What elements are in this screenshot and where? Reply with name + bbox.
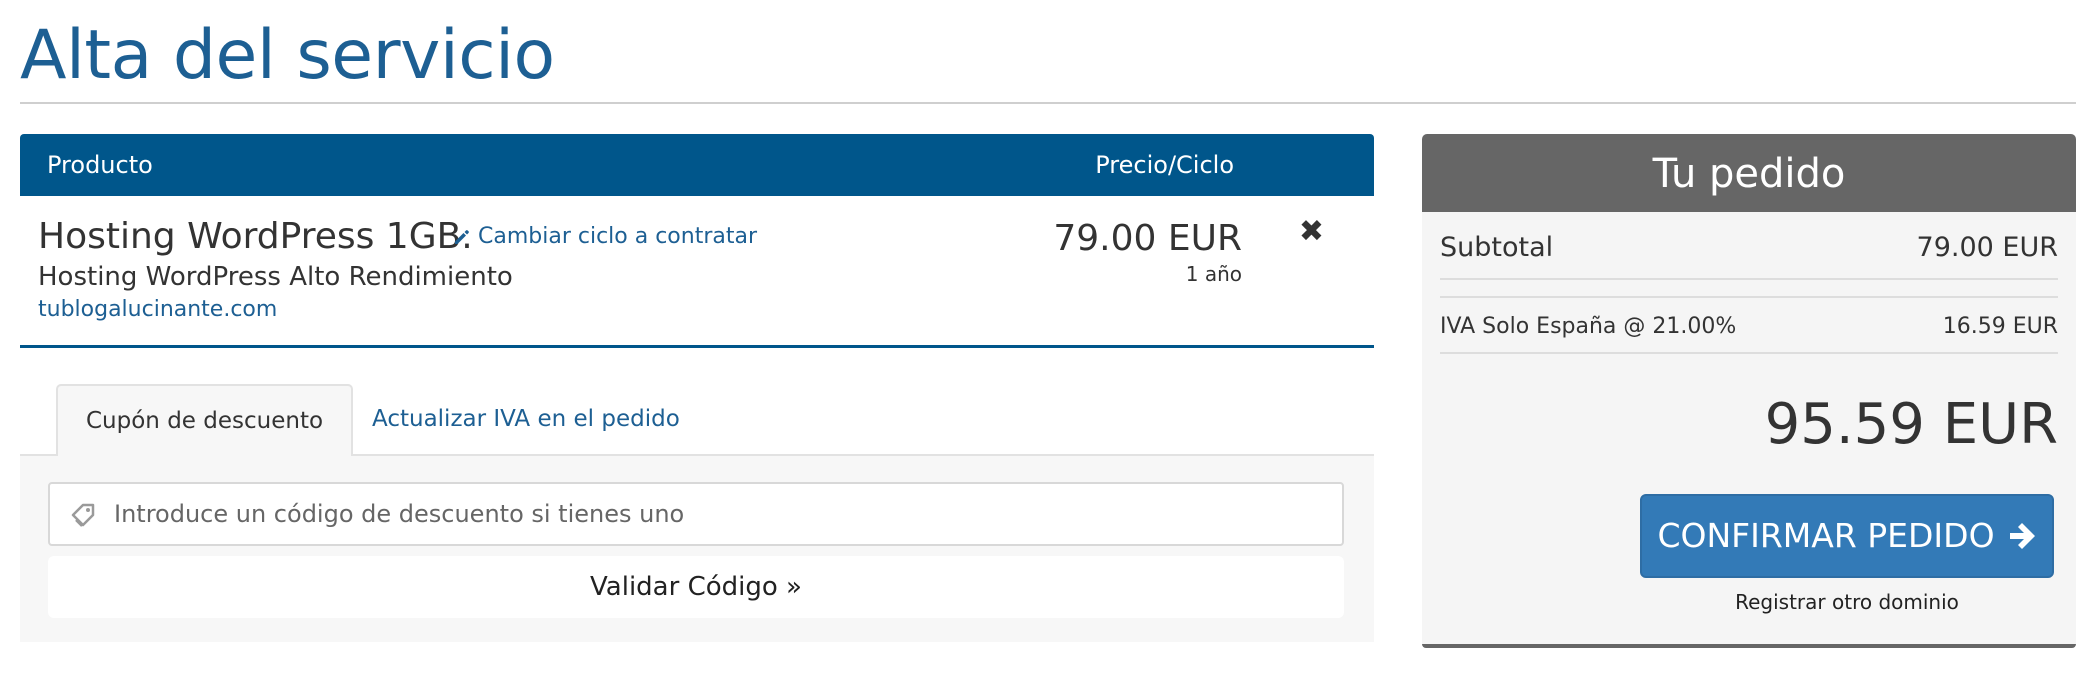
coupon-input[interactable]	[114, 484, 1334, 544]
tax-row: IVA Solo España @ 21.00% 16.59 EUR	[1440, 314, 2058, 348]
subtotal-row: Subtotal 79.00 EUR	[1440, 232, 2058, 272]
order-summary-title: Tu pedido	[1422, 134, 2076, 212]
tax-value: 16.59 EUR	[1942, 314, 2058, 339]
pencil-icon	[455, 229, 469, 244]
summary-divider	[1440, 352, 2058, 354]
order-summary-body: Subtotal 79.00 EUR IVA Solo España @ 21.…	[1422, 212, 2076, 648]
promo-tabs: Cupón de descuento Actualizar IVA en el …	[20, 384, 1374, 642]
arrow-right-icon	[2009, 523, 2035, 549]
summary-divider	[1440, 296, 2058, 298]
confirm-order-button[interactable]: CONFIRMAR PEDIDO	[1640, 494, 2054, 578]
summary-divider	[1440, 278, 2058, 280]
tag-icon	[71, 503, 95, 527]
cart-item-row: Hosting WordPress 1GB. Cambiar ciclo a c…	[20, 196, 1374, 348]
subtotal-value: 79.00 EUR	[1916, 232, 2058, 263]
column-header-price-cycle: Precio/Ciclo	[1095, 151, 1234, 179]
close-icon[interactable]: ✖	[1299, 214, 1324, 250]
coupon-panel: Validar Código »	[20, 456, 1374, 642]
product-domain: tublogalucinante.com	[38, 297, 278, 322]
tab-bar: Cupón de descuento Actualizar IVA en el …	[20, 384, 1374, 458]
register-other-domain-link[interactable]: Registrar otro dominio	[1640, 590, 2054, 614]
cart-table-header: Producto Precio/Ciclo	[20, 134, 1374, 196]
order-summary: Tu pedido Subtotal 79.00 EUR IVA Solo Es…	[1422, 134, 2076, 648]
tax-label: IVA Solo España @ 21.00%	[1440, 314, 1737, 339]
change-cycle-link[interactable]: Cambiar ciclo a contratar	[452, 224, 757, 249]
tab-coupon[interactable]: Cupón de descuento	[56, 384, 354, 458]
column-header-product: Producto	[47, 151, 153, 179]
title-divider	[20, 102, 2076, 104]
product-description: Hosting WordPress Alto Rendimiento	[38, 262, 513, 292]
confirm-order-label: CONFIRMAR PEDIDO	[1657, 516, 1995, 555]
tab-update-vat[interactable]: Actualizar IVA en el pedido	[344, 384, 708, 458]
product-billing-cycle: 1 año	[1185, 262, 1242, 286]
coupon-field	[48, 482, 1344, 546]
product-price: 79.00 EUR	[1053, 218, 1242, 259]
order-total: 95.59 EUR	[1764, 392, 2058, 457]
validate-code-button[interactable]: Validar Código »	[48, 556, 1344, 618]
subtotal-label: Subtotal	[1440, 232, 1554, 263]
page-title: Alta del servicio	[20, 16, 555, 95]
cart-table: Producto Precio/Ciclo Hosting WordPress …	[20, 134, 1374, 348]
change-cycle-label: Cambiar ciclo a contratar	[478, 224, 758, 249]
product-name: Hosting WordPress 1GB.	[38, 216, 473, 257]
